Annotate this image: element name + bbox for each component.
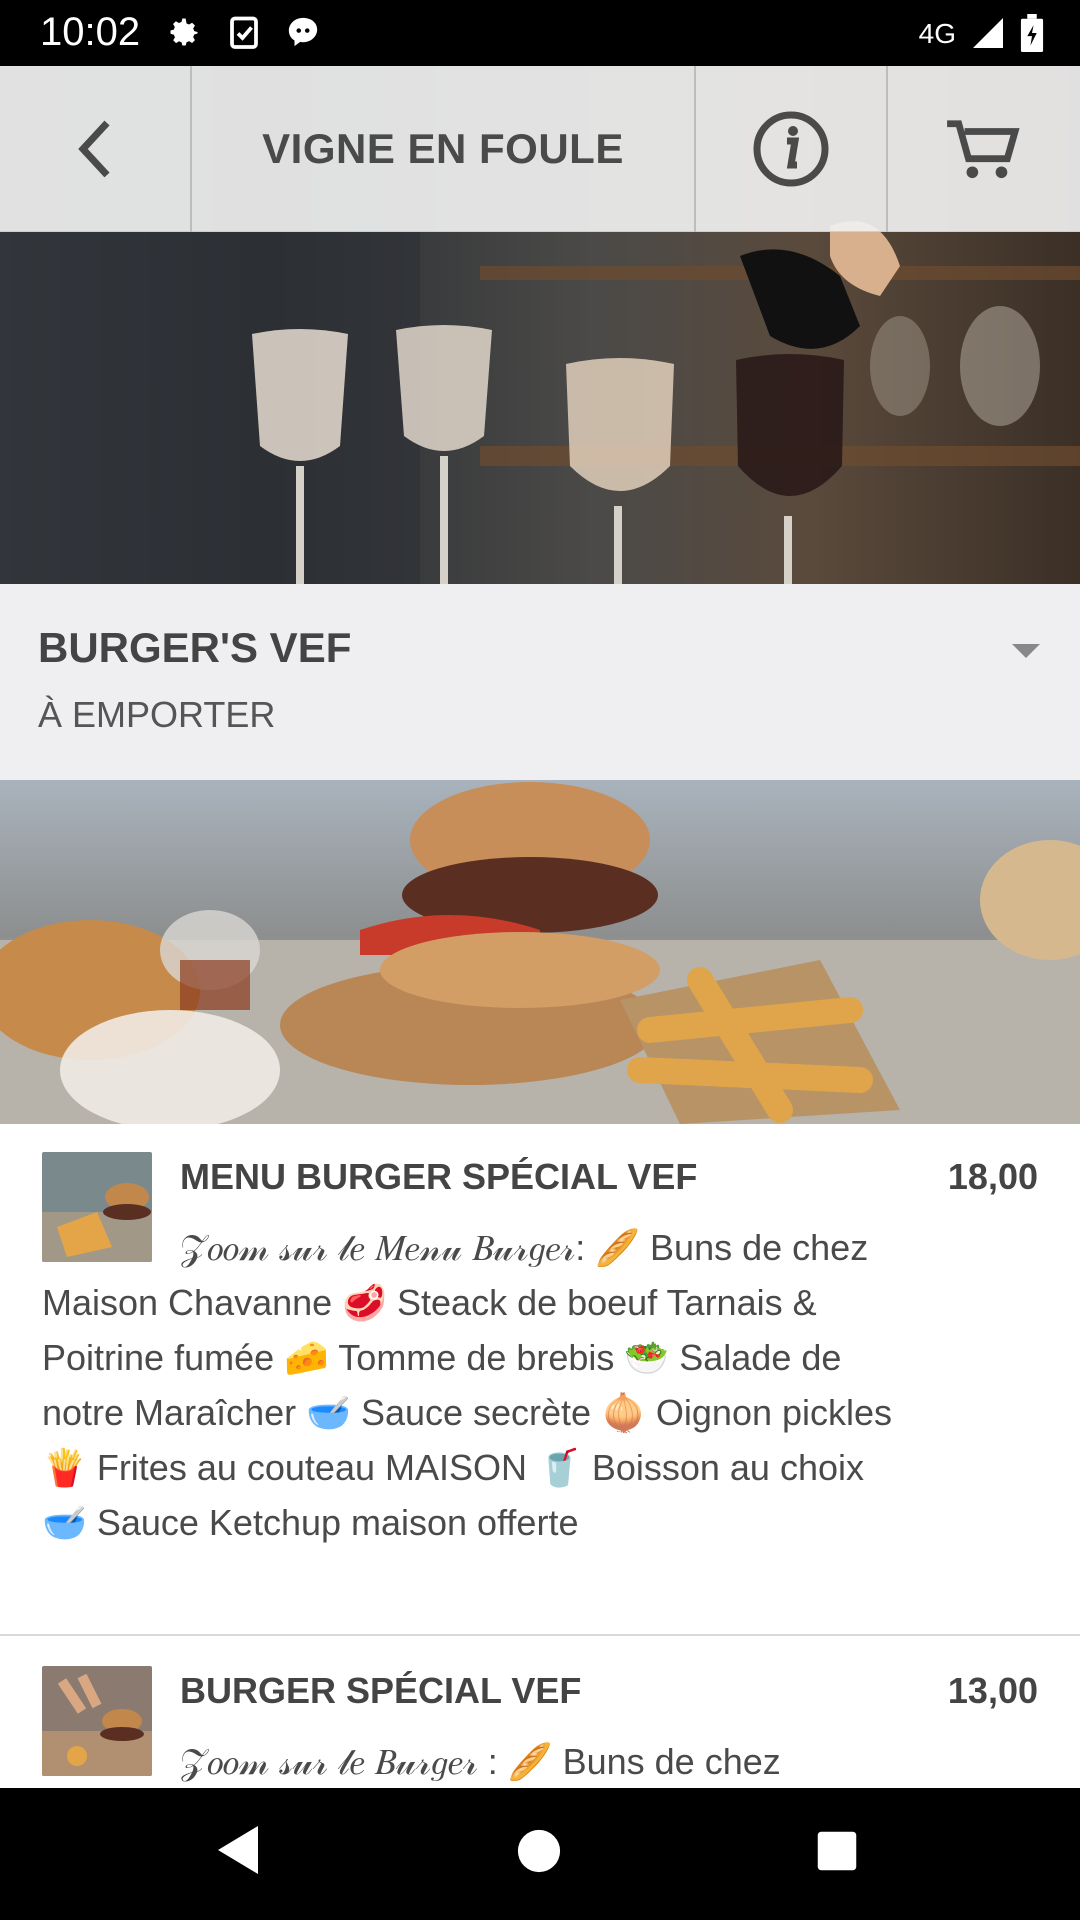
category-title: BURGER'S VEF: [38, 624, 352, 671]
info-button[interactable]: [696, 66, 888, 232]
category-subtitle: À EMPORTER: [38, 694, 276, 735]
top-app-bar: VIGNE EN FOULE: [0, 66, 1080, 232]
page-title: VIGNE EN FOULE: [262, 125, 624, 172]
triangle-back-icon[interactable]: [214, 1824, 262, 1876]
category-banner-image: [0, 780, 1080, 1124]
category-selector[interactable]: BURGER'S VEF À EMPORTER: [0, 584, 1080, 780]
status-icons-left: [166, 14, 320, 50]
item-description: 𝒵𝑜𝑜𝓂 𝓈𝓊𝓇 𝓁𝑒 𝑀𝑒𝓃𝓊 𝐵𝓊𝓇𝑔𝑒𝓇: 🥖 Buns de chez …: [42, 1227, 893, 1543]
status-time: 10:02: [40, 10, 141, 54]
menu-item[interactable]: BURGER SPÉCIAL VEF 13,00 𝒵𝑜𝑜𝓂 𝓈𝓊𝓇 𝓁𝑒 𝐵𝓊𝓇…: [0, 1638, 1080, 1788]
chat-bubble-icon: [288, 17, 318, 47]
burger-fries-image: [0, 782, 1080, 1124]
square-recents-icon[interactable]: [816, 1830, 858, 1872]
circle-home-icon[interactable]: [516, 1828, 562, 1874]
signal-icon: [973, 18, 1003, 48]
clipboard-check-icon: [230, 16, 258, 49]
item-description: 𝒵𝑜𝑜𝓂 𝓈𝓊𝓇 𝓁𝑒 𝐵𝓊𝓇𝑔𝑒𝓇 : 🥖 Buns de chez: [180, 1741, 781, 1782]
menu-item[interactable]: MENU BURGER SPÉCIAL VEF 18,00 𝒵𝑜𝑜𝓂 𝓈𝓊𝓇 𝓁…: [0, 1124, 1080, 1636]
info-icon: [753, 111, 829, 187]
battery-icon: [1020, 14, 1044, 52]
item-name: BURGER SPÉCIAL VEF: [180, 1670, 582, 1711]
gear-icon: [170, 18, 198, 46]
back-button[interactable]: [0, 66, 192, 232]
system-navigation-bar: [0, 1788, 1080, 1920]
network-type: 4G: [918, 18, 956, 49]
chevron-left-icon: [78, 120, 110, 178]
app-title-cell: VIGNE EN FOULE: [192, 66, 696, 232]
caret-down-icon: [1012, 644, 1040, 658]
status-icons-right: 4G: [919, 14, 1044, 52]
cart-button[interactable]: [888, 66, 1080, 232]
item-name: MENU BURGER SPÉCIAL VEF: [180, 1156, 698, 1197]
item-price: 18,00: [947, 1156, 1038, 1197]
cart-icon: [947, 120, 1020, 179]
status-bar: 10:02 4G: [0, 0, 1080, 66]
item-price: 13,00: [947, 1670, 1038, 1711]
